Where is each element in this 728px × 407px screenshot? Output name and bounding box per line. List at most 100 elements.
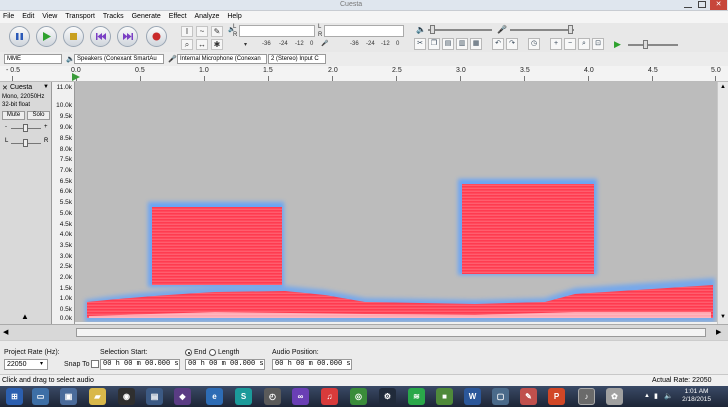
- input-channels-select[interactable]: 2 (Stereo) Input C: [268, 54, 326, 64]
- zoom-in-icon[interactable]: +: [550, 38, 562, 50]
- silence-icon[interactable]: ▦: [470, 38, 482, 50]
- vertical-scrollbar[interactable]: ▲ ▼: [717, 82, 728, 324]
- gain-slider-thumb[interactable]: [23, 124, 28, 132]
- zoom-out-icon[interactable]: −: [564, 38, 576, 50]
- play-level-meter[interactable]: [239, 25, 315, 37]
- tray-arrow-icon[interactable]: ▲: [644, 393, 650, 399]
- sync-lock-icon[interactable]: ◷: [528, 38, 540, 50]
- menu-generate[interactable]: Generate: [129, 11, 164, 23]
- menu-tracks[interactable]: Tracks: [100, 11, 127, 23]
- taskbar-clock[interactable]: 1:01 AM 2/18/2015: [682, 388, 711, 404]
- snap-to-checkbox[interactable]: [91, 360, 99, 368]
- solo-button[interactable]: Solo: [27, 111, 50, 120]
- play-speed-thumb[interactable]: [643, 40, 648, 49]
- collapse-track-icon[interactable]: ▲: [21, 312, 29, 321]
- menu-transport[interactable]: Transport: [62, 11, 98, 23]
- mute-button[interactable]: Mute: [2, 111, 25, 120]
- horizontal-scrollbar[interactable]: ◀ ▶: [0, 324, 728, 340]
- spotify-icon[interactable]: ≋: [408, 388, 425, 405]
- browser-ie-icon[interactable]: e: [206, 388, 223, 405]
- steam-icon[interactable]: ⚙: [379, 388, 396, 405]
- desktop-icon[interactable]: ▭: [32, 388, 49, 405]
- frequency-scale[interactable]: 11.0k 10.0k 9.5k 9.0k 8.5k 8.0k 7.5k 7.0…: [52, 82, 75, 324]
- undo-icon[interactable]: ↶: [492, 38, 504, 50]
- scroll-down-icon[interactable]: ▼: [720, 314, 726, 320]
- output-volume-thumb[interactable]: [430, 25, 435, 34]
- menu-file[interactable]: File: [0, 11, 17, 23]
- input-device-select[interactable]: Internal Microphone (Conexan: [177, 54, 267, 64]
- input-volume-slider[interactable]: [510, 29, 574, 31]
- minecraft-icon[interactable]: ■: [436, 388, 453, 405]
- timeline-ruler[interactable]: - 0.5 0.0 0.5 1.0 1.5 2.0 2.5 3.0 3.5 4.…: [0, 66, 728, 82]
- project-rate-chevron-down-icon[interactable]: ▾: [40, 360, 43, 367]
- copy-icon[interactable]: ❐: [428, 38, 440, 50]
- acrobat-icon[interactable]: ✎: [520, 388, 537, 405]
- scroll-left-icon[interactable]: ◀: [3, 328, 8, 336]
- close-icon[interactable]: ✕: [710, 0, 727, 10]
- record-button[interactable]: [146, 26, 167, 47]
- itunes-icon[interactable]: ♫: [321, 388, 338, 405]
- draw-tool-icon[interactable]: ✎: [211, 26, 223, 37]
- audio-position-field[interactable]: 00 h 00 m 00.000 s: [272, 359, 352, 370]
- track-close-icon[interactable]: ✕: [2, 84, 8, 92]
- horizontal-scroll-thumb[interactable]: [76, 328, 706, 337]
- track-menu-arrow-icon[interactable]: ▼: [43, 84, 49, 90]
- skip-start-button[interactable]: [90, 26, 111, 47]
- audio-host-select[interactable]: MME: [4, 54, 62, 64]
- media-icon[interactable]: ◉: [118, 388, 135, 405]
- play-speed-slider[interactable]: [628, 44, 678, 46]
- menu-help[interactable]: Help: [224, 11, 244, 23]
- folder-icon[interactable]: ▰: [89, 388, 106, 405]
- selection-end-field[interactable]: 00 h 00 m 00.000 s: [185, 359, 265, 370]
- app-icon[interactable]: ◆: [174, 388, 191, 405]
- play-button[interactable]: [36, 26, 57, 47]
- minimize-icon[interactable]: [684, 2, 692, 8]
- trim-icon[interactable]: ▥: [456, 38, 468, 50]
- volume-icon[interactable]: 🔈: [664, 392, 673, 400]
- spectrogram-view[interactable]: [75, 82, 717, 322]
- skype-icon[interactable]: S: [235, 388, 252, 405]
- end-radio[interactable]: [185, 349, 192, 356]
- zoom-tool-icon[interactable]: ⌕: [181, 39, 193, 50]
- stop-button[interactable]: [63, 26, 84, 47]
- visual-studio-icon[interactable]: ∞: [292, 388, 309, 405]
- output-volume-slider[interactable]: [428, 29, 492, 31]
- start-icon[interactable]: ⊞: [6, 388, 23, 405]
- play-at-speed-icon[interactable]: ▶: [614, 39, 621, 50]
- audacity-taskbar-icon[interactable]: ♪: [578, 388, 595, 405]
- pause-button[interactable]: [9, 26, 30, 47]
- monitor-icon[interactable]: ▢: [492, 388, 509, 405]
- output-device-select[interactable]: Speakers (Conexant SmartAu: [74, 54, 164, 64]
- menu-view[interactable]: View: [39, 11, 60, 23]
- menu-edit[interactable]: Edit: [19, 11, 37, 23]
- clock-app-icon[interactable]: ◴: [264, 388, 281, 405]
- paint-icon[interactable]: ✿: [606, 388, 623, 405]
- skip-end-button[interactable]: [117, 26, 138, 47]
- fit-project-icon[interactable]: ⊡: [592, 38, 604, 50]
- fit-selection-icon[interactable]: ⌕: [578, 38, 590, 50]
- file-manager-icon[interactable]: ▣: [60, 388, 77, 405]
- paste-icon[interactable]: ▤: [442, 38, 454, 50]
- length-radio[interactable]: [209, 349, 216, 356]
- powerpoint-icon[interactable]: P: [548, 388, 565, 405]
- cut-icon[interactable]: ✂: [414, 38, 426, 50]
- network-icon[interactable]: ▮: [654, 392, 658, 400]
- record-level-meter[interactable]: [324, 25, 404, 37]
- multi-tool-icon[interactable]: ✱: [211, 39, 223, 50]
- scroll-right-icon[interactable]: ▶: [716, 328, 721, 336]
- selection-tool-icon[interactable]: I: [181, 26, 193, 37]
- document-icon[interactable]: ▤: [146, 388, 163, 405]
- selection-start-field[interactable]: 00 h 00 m 00.000 s: [100, 359, 180, 370]
- time-shift-tool-icon[interactable]: ↔: [196, 39, 208, 50]
- scroll-up-icon[interactable]: ▲: [720, 84, 726, 90]
- redo-icon[interactable]: ↷: [506, 38, 518, 50]
- menu-analyze[interactable]: Analyze: [191, 11, 222, 23]
- envelope-tool-icon[interactable]: ~: [196, 26, 208, 37]
- pan-slider-thumb[interactable]: [23, 139, 28, 147]
- input-volume-thumb[interactable]: [568, 25, 573, 34]
- maximize-icon[interactable]: [698, 1, 706, 8]
- word-icon[interactable]: W: [464, 388, 481, 405]
- chrome-icon[interactable]: ◎: [350, 388, 367, 405]
- track-name-menu[interactable]: Cuesta: [10, 84, 32, 91]
- menu-effect[interactable]: Effect: [166, 11, 190, 23]
